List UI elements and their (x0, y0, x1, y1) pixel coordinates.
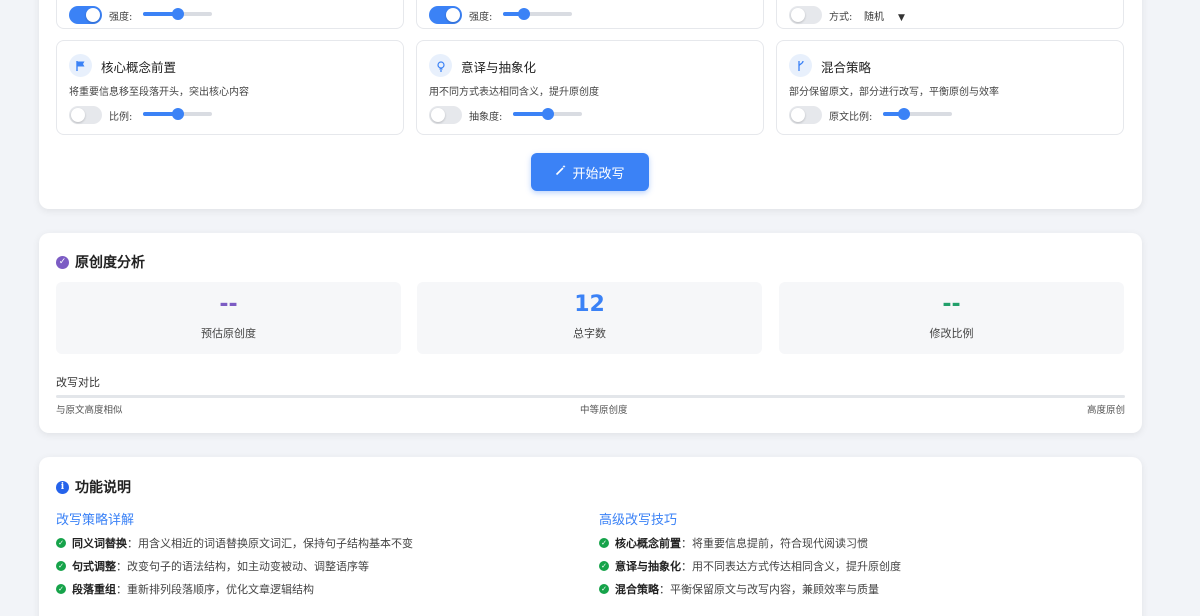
help-heading: i 功能说明 (56, 477, 131, 497)
option-toggle[interactable] (789, 106, 822, 124)
option-toggle[interactable] (789, 6, 822, 24)
check-circle-icon: ✓ (599, 584, 609, 594)
option-control-label: 强度: (109, 12, 133, 23)
analysis-title: 原创度分析 (75, 255, 145, 271)
option-title: 核心概念前置 (101, 60, 177, 75)
item-text: ：改变句子的语法结构，如主动变被动、调整语序等 (116, 560, 369, 573)
rewrite-settings-card: 强度: 强度: 方式: 随机 ▼ 核心概念前置 将重要信息移至段落开头，突出核心内… (39, 0, 1142, 209)
scale-label-high: 高度原创 (1086, 405, 1125, 416)
option-card-3: 方式: 随机 ▼ (776, 0, 1124, 29)
option-control-label: 强度: (469, 12, 493, 23)
stat-originality: -- 预估原创度 (56, 282, 401, 354)
stat-label: 总字数 (573, 327, 606, 340)
check-circle-icon: ✓ (56, 561, 66, 571)
slider-handle[interactable] (517, 8, 530, 20)
list-item: ✓ 段落重组 ：重新排列段落顺序，优化文章逻辑结构 (56, 581, 314, 597)
item-text: ：用不同表达方式传达相同含义，提升原创度 (681, 560, 901, 573)
stat-value: -- (942, 292, 961, 317)
analysis-heading: ✓ 原创度分析 (56, 252, 145, 272)
check-badge-icon: ✓ (56, 255, 69, 269)
item-text: ：用含义相近的词语替换原文词汇，保持句子结构基本不变 (127, 537, 413, 550)
list-item: ✓ 意译与抽象化 ：用不同表达方式传达相同含义，提升原创度 (599, 558, 901, 574)
option-toggle[interactable] (429, 106, 462, 124)
option-card-1: 强度: (56, 0, 404, 29)
start-rewrite-label: 开始改写 (572, 166, 625, 182)
check-circle-icon: ✓ (599, 538, 609, 548)
option-card-paraphrase: 意译与抽象化 用不同方式表达相同含义，提升原创度 抽象度: (416, 40, 764, 135)
start-rewrite-button[interactable]: 开始改写 (531, 153, 649, 191)
list-item: ✓ 混合策略 ：平衡保留原文与改写内容，兼顾效率与质量 (599, 581, 879, 597)
list-item: ✓ 核心概念前置 ：将重要信息提前，符合现代阅读习惯 (599, 535, 868, 551)
flag-icon (69, 54, 92, 77)
advanced-column-title: 高级改写技巧 (599, 513, 678, 528)
option-description: 将重要信息移至段落开头，突出核心内容 (69, 87, 249, 98)
option-toggle[interactable] (69, 106, 102, 124)
check-circle-icon: ✓ (599, 561, 609, 571)
item-text: ：重新排列段落顺序，优化文章逻辑结构 (116, 583, 314, 596)
item-term: 段落重组 (72, 583, 116, 596)
branch-icon (789, 54, 812, 77)
option-toggle[interactable] (69, 6, 102, 24)
abstraction-slider[interactable] (513, 108, 582, 120)
info-icon: i (56, 480, 69, 494)
item-text: ：平衡保留原文与改写内容，兼顾效率与质量 (659, 583, 879, 596)
option-card-hybrid: 混合策略 部分保留原文，部分进行改写，平衡原创与效率 原文比例: (776, 40, 1124, 135)
option-control-label: 方式: (829, 12, 853, 23)
scale-label-mid: 中等原创度 (580, 405, 628, 416)
originality-scale-bar (56, 395, 1125, 398)
option-toggle[interactable] (429, 6, 462, 24)
slider-handle[interactable] (897, 108, 910, 120)
option-description: 部分保留原文，部分进行改写，平衡原创与效率 (789, 87, 999, 98)
original-ratio-slider[interactable] (883, 108, 952, 120)
mode-select-value: 随机 (864, 12, 884, 23)
option-description: 用不同方式表达相同含义，提升原创度 (429, 87, 599, 98)
slider-handle[interactable] (541, 108, 554, 120)
slider-handle[interactable] (171, 108, 184, 120)
item-term: 同义词替换 (72, 537, 127, 550)
item-term: 意译与抽象化 (615, 560, 681, 573)
option-card-core-first: 核心概念前置 将重要信息移至段落开头，突出核心内容 比例: (56, 40, 404, 135)
scale-label-low: 与原文高度相似 (56, 405, 123, 416)
help-title: 功能说明 (75, 480, 131, 496)
option-control-label: 比例: (109, 112, 133, 123)
item-text: ：将重要信息提前，符合现代阅读习惯 (681, 537, 868, 550)
stat-value: -- (219, 292, 238, 317)
option-control-label: 抽象度: (469, 112, 503, 123)
slider-handle[interactable] (171, 8, 184, 20)
option-card-2: 强度: (416, 0, 764, 29)
item-term: 混合策略 (615, 583, 659, 596)
originality-analysis-card: ✓ 原创度分析 -- 预估原创度 12 总字数 -- 修改比例 改写对比 与原文… (39, 233, 1142, 433)
option-control-label: 原文比例: (829, 112, 873, 123)
option-title: 混合策略 (821, 60, 872, 75)
list-item: ✓ 同义词替换 ：用含义相近的词语替换原文词汇，保持句子结构基本不变 (56, 535, 413, 551)
item-term: 句式调整 (72, 560, 116, 573)
compare-title: 改写对比 (56, 376, 100, 389)
feature-help-card: i 功能说明 改写策略详解 ✓ 同义词替换 ：用含义相近的词语替换原文词汇，保持句子… (39, 457, 1142, 616)
check-circle-icon: ✓ (56, 584, 66, 594)
intensity-slider[interactable] (503, 8, 572, 20)
stat-label: 预估原创度 (201, 327, 256, 340)
ratio-slider[interactable] (143, 108, 212, 120)
stat-modify-ratio: -- 修改比例 (779, 282, 1124, 354)
chevron-down-icon: ▼ (898, 13, 905, 23)
intensity-slider[interactable] (143, 8, 212, 20)
mode-select[interactable]: 随机 ▼ (864, 8, 905, 23)
stat-word-count: 12 总字数 (417, 282, 762, 354)
magic-wand-icon (555, 164, 567, 180)
list-item: ✓ 句式调整 ：改变句子的语法结构，如主动变被动、调整语序等 (56, 558, 369, 574)
stat-value: 12 (574, 292, 605, 317)
strategy-column-title: 改写策略详解 (56, 513, 135, 528)
lightbulb-icon (429, 54, 452, 77)
item-term: 核心概念前置 (615, 537, 681, 550)
option-title: 意译与抽象化 (461, 60, 537, 75)
stat-label: 修改比例 (929, 327, 974, 340)
check-circle-icon: ✓ (56, 538, 66, 548)
